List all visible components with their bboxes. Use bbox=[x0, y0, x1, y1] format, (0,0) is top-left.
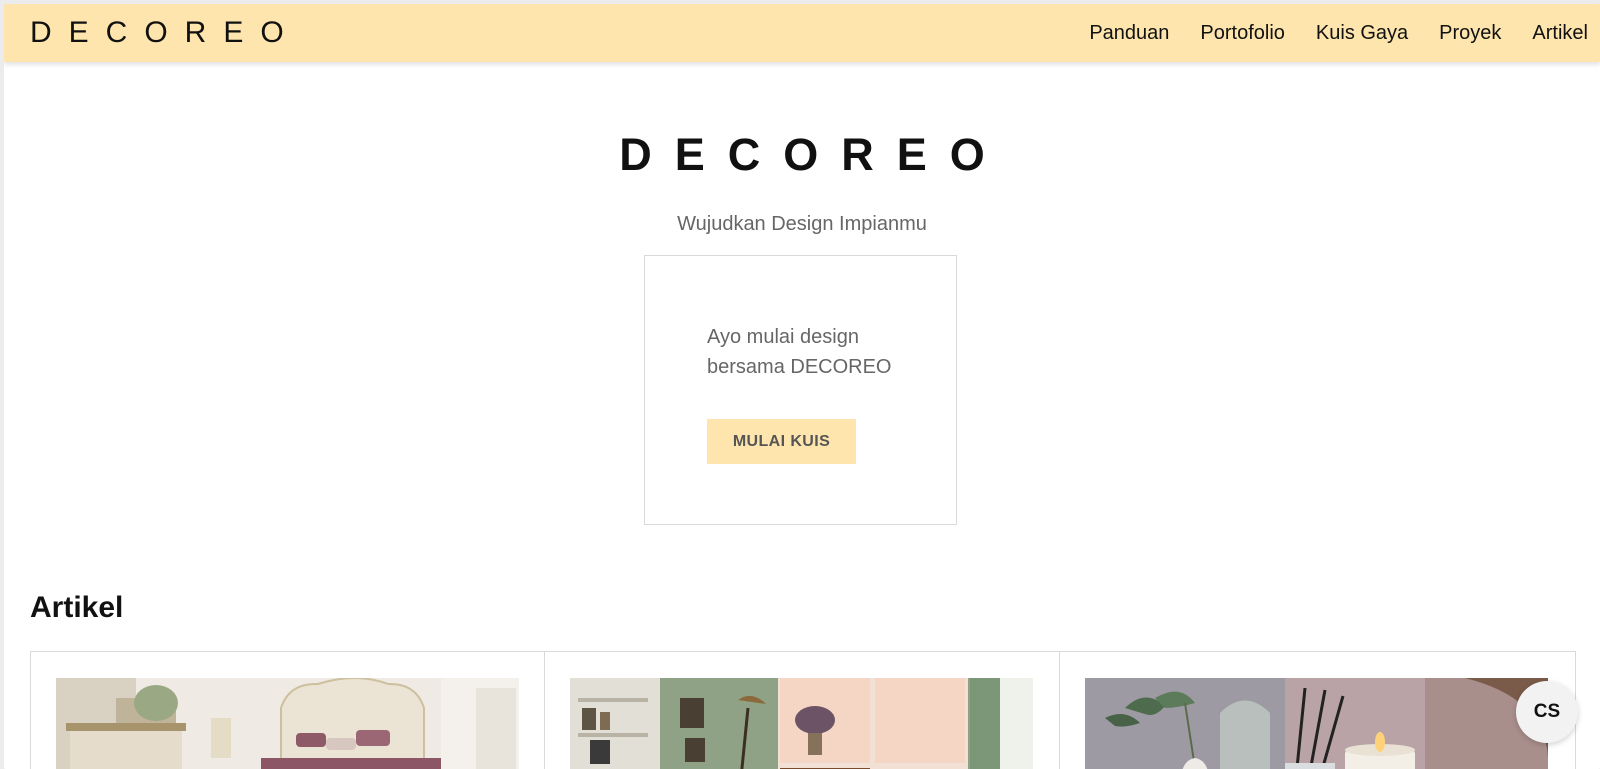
article-image-home-decor[interactable] bbox=[1085, 678, 1549, 769]
nav-link-panduan[interactable]: Panduan bbox=[1089, 21, 1169, 45]
articles-heading: Artikel bbox=[30, 591, 124, 624]
customer-service-button[interactable]: CS bbox=[1516, 681, 1578, 743]
article-card[interactable] bbox=[30, 651, 545, 769]
page: DECOREO Panduan Portofolio Kuis Gaya Pro… bbox=[4, 4, 1600, 769]
hero-title: DECOREO bbox=[619, 129, 1008, 180]
article-list bbox=[30, 651, 1577, 769]
nav-links: Panduan Portofolio Kuis Gaya Proyek Arti… bbox=[1089, 21, 1588, 45]
quiz-card: Ayo mulai design bersama DECOREO MULAI K… bbox=[644, 255, 957, 525]
article-card[interactable] bbox=[1060, 651, 1577, 769]
nav-link-kuis-gaya[interactable]: Kuis Gaya bbox=[1316, 21, 1408, 45]
article-image-classic-bedroom[interactable] bbox=[56, 678, 519, 769]
quiz-card-text: Ayo mulai design bersama DECOREO bbox=[707, 326, 892, 378]
nav-link-portofolio[interactable]: Portofolio bbox=[1200, 21, 1285, 45]
article-card[interactable] bbox=[544, 651, 1061, 769]
start-quiz-button[interactable]: MULAI KUIS bbox=[707, 419, 856, 464]
brand-logo[interactable]: DECOREO bbox=[30, 15, 301, 51]
nav-link-proyek[interactable]: Proyek bbox=[1439, 21, 1501, 45]
navbar: DECOREO Panduan Portofolio Kuis Gaya Pro… bbox=[4, 4, 1600, 62]
nav-link-artikel[interactable]: Artikel bbox=[1532, 21, 1588, 45]
article-image-green-living-room[interactable] bbox=[569, 678, 1033, 769]
hero-subtitle: Wujudkan Design Impianmu bbox=[677, 213, 927, 235]
